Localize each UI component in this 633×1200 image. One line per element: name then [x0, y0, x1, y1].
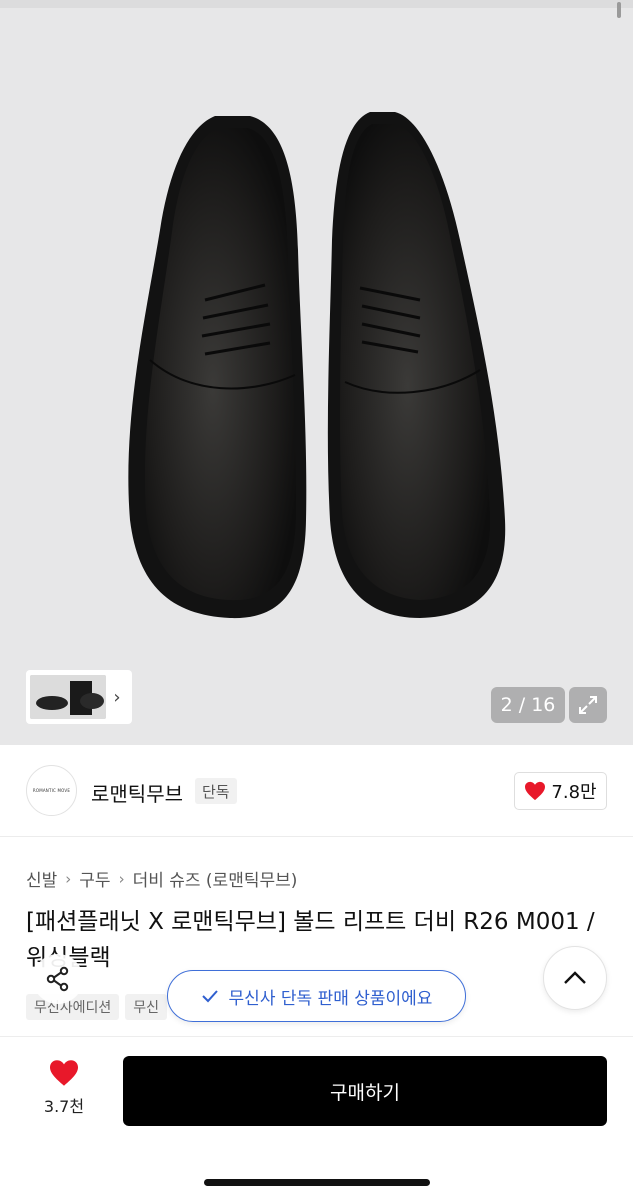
heart-icon: [50, 1060, 78, 1086]
right-shoe: [327, 112, 506, 618]
favorite-button[interactable]: 3.7천: [32, 1059, 96, 1117]
brand-logo-text: ROMANTIC MOVE: [32, 788, 71, 793]
expand-icon[interactable]: [569, 687, 607, 723]
share-icon: [46, 966, 69, 992]
brand-like-count: 7.8만: [551, 782, 597, 803]
brand-name[interactable]: 로맨틱무브: [91, 778, 183, 807]
brand-row: ROMANTIC MOVE 로맨틱무브 단독 7.8만: [0, 745, 633, 837]
exclusive-toast: 무신사 단독 판매 상품이에요: [167, 970, 466, 1022]
breadcrumb: 신발 › 구두 › 더비 슈즈 (로맨틱무브): [26, 866, 298, 892]
exclusive-badge: 단독: [195, 778, 237, 804]
breadcrumb-item[interactable]: 구두: [79, 866, 110, 891]
share-button[interactable]: [33, 954, 83, 1004]
thumbnail-image[interactable]: [30, 675, 106, 719]
left-shoe: [128, 116, 307, 619]
chip[interactable]: 무신: [125, 994, 168, 1020]
chevron-right-icon: ›: [65, 869, 72, 888]
bottom-action-bar: 3.7천 구매하기: [0, 1036, 633, 1200]
breadcrumb-item[interactable]: 신발: [26, 866, 57, 891]
heart-icon: [525, 781, 546, 801]
brand-logo[interactable]: ROMANTIC MOVE: [26, 765, 77, 816]
chevron-right-icon[interactable]: ›: [106, 687, 128, 708]
check-icon: [201, 990, 218, 1003]
toast-text: 무신사 단독 판매 상품이에요: [228, 988, 433, 1009]
product-image-gallery[interactable]: › 2 / 16: [0, 0, 633, 745]
chevron-up-icon: [564, 971, 586, 984]
product-title: [패션플래닛 X 로맨틱무브] 볼드 리프트 더비 R26 M001 / 워싱블…: [26, 909, 595, 971]
image-counter: 2 / 16: [491, 687, 565, 723]
thumbnail-strip[interactable]: ›: [26, 670, 132, 724]
home-indicator: [204, 1179, 430, 1186]
favorite-count: 3.7천: [43, 1097, 85, 1116]
buy-button[interactable]: 구매하기: [123, 1056, 607, 1126]
chevron-right-icon: ›: [118, 869, 125, 888]
brand-like-button[interactable]: 7.8만: [514, 772, 607, 810]
scroll-top-button[interactable]: [543, 946, 607, 1010]
product-photo: [128, 112, 506, 619]
breadcrumb-item[interactable]: 더비 슈즈 (로맨틱무브): [133, 866, 298, 891]
